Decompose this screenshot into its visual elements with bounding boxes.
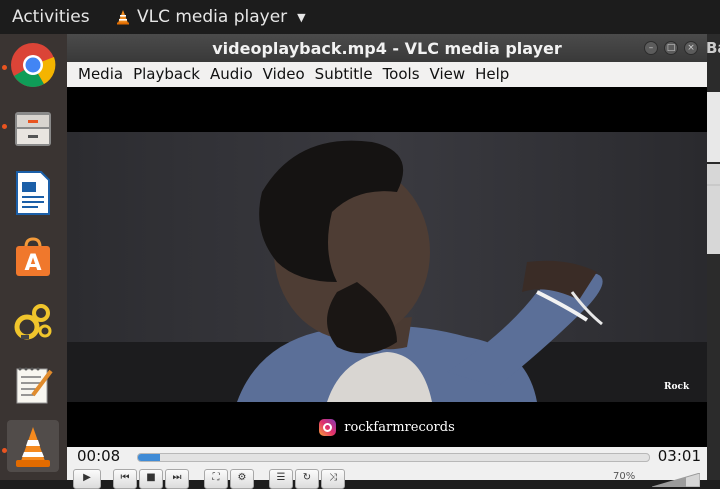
seek-row: 00:08 03:01 <box>67 447 707 469</box>
app-menu-label: VLC media player <box>137 7 288 27</box>
menu-video[interactable]: Video <box>258 62 310 87</box>
seek-progress <box>138 454 161 461</box>
menu-help[interactable]: Help <box>470 62 514 87</box>
stop-button[interactable]: ■ <box>139 469 163 489</box>
video-frame <box>67 132 707 402</box>
window-title: videoplayback.mp4 - VLC media player <box>212 39 562 58</box>
software-center-icon[interactable]: A <box>7 231 59 283</box>
control-bar: ▶ ⏮ ■ ⏭ ⛶ ⚙ ☰ ↻ ⤨ 70% <box>67 469 707 489</box>
next-button[interactable]: ⏭ <box>165 469 189 489</box>
menu-audio[interactable]: Audio <box>205 62 258 87</box>
seek-bar[interactable] <box>137 453 650 462</box>
files-icon[interactable] <box>7 103 59 155</box>
background-window-edge: Ba <box>705 34 720 480</box>
background-window-title: Ba <box>706 39 720 57</box>
vlc-cone-icon <box>117 10 129 25</box>
menu-tools[interactable]: Tools <box>378 62 425 87</box>
menu-playback[interactable]: Playback <box>128 62 205 87</box>
loop-button[interactable]: ↻ <box>295 469 319 489</box>
title-bar[interactable]: videoplayback.mp4 - VLC media player – □… <box>67 34 707 62</box>
close-icon[interactable]: × <box>684 41 698 55</box>
activities-button[interactable]: Activities <box>12 7 90 27</box>
vlc-window: videoplayback.mp4 - VLC media player – □… <box>67 34 707 489</box>
menu-view[interactable]: View <box>425 62 471 87</box>
elapsed-time: 00:08 <box>77 447 121 465</box>
app-menu[interactable]: VLC media player ▼ <box>115 7 306 27</box>
menu-subtitle[interactable]: Subtitle <box>310 62 378 87</box>
writer-icon[interactable] <box>7 167 59 219</box>
maximize-icon[interactable]: □ <box>664 41 678 55</box>
vlc-icon[interactable] <box>7 420 59 472</box>
chevron-down-icon: ▼ <box>297 10 306 24</box>
minimize-icon[interactable]: – <box>644 41 658 55</box>
fullscreen-button[interactable]: ⛶ <box>204 469 228 489</box>
total-time: 03:01 <box>657 447 701 465</box>
settings-gears-icon[interactable] <box>7 295 59 347</box>
instagram-icon <box>319 418 337 436</box>
svg-text:A: A <box>24 251 41 276</box>
extended-settings-button[interactable]: ⚙ <box>230 469 254 489</box>
previous-button[interactable]: ⏮ <box>113 469 137 489</box>
background-panel <box>705 164 720 254</box>
playlist-button[interactable]: ☰ <box>269 469 293 489</box>
gnome-top-bar: Activities VLC media player ▼ <box>0 0 720 34</box>
background-divider <box>705 184 720 186</box>
shuffle-button[interactable]: ⤨ <box>321 469 345 489</box>
menu-bar: Media Playback Audio Video Subtitle Tool… <box>67 62 707 87</box>
volume-level: 70% <box>613 471 636 482</box>
play-button[interactable]: ▶ <box>73 469 101 489</box>
video-overlay-handle: rockfarmrecords <box>67 407 707 447</box>
watermark-logo: Rock <box>664 382 690 392</box>
volume-slider[interactable] <box>652 473 700 487</box>
video-area[interactable]: Rock rockfarmrecords <box>67 87 707 447</box>
overlay-text: rockfarmrecords <box>344 419 455 435</box>
background-panel <box>705 92 720 162</box>
text-editor-icon[interactable] <box>7 359 59 411</box>
dock: A <box>0 34 67 480</box>
menu-media[interactable]: Media <box>73 62 128 87</box>
chrome-icon[interactable] <box>7 39 59 91</box>
